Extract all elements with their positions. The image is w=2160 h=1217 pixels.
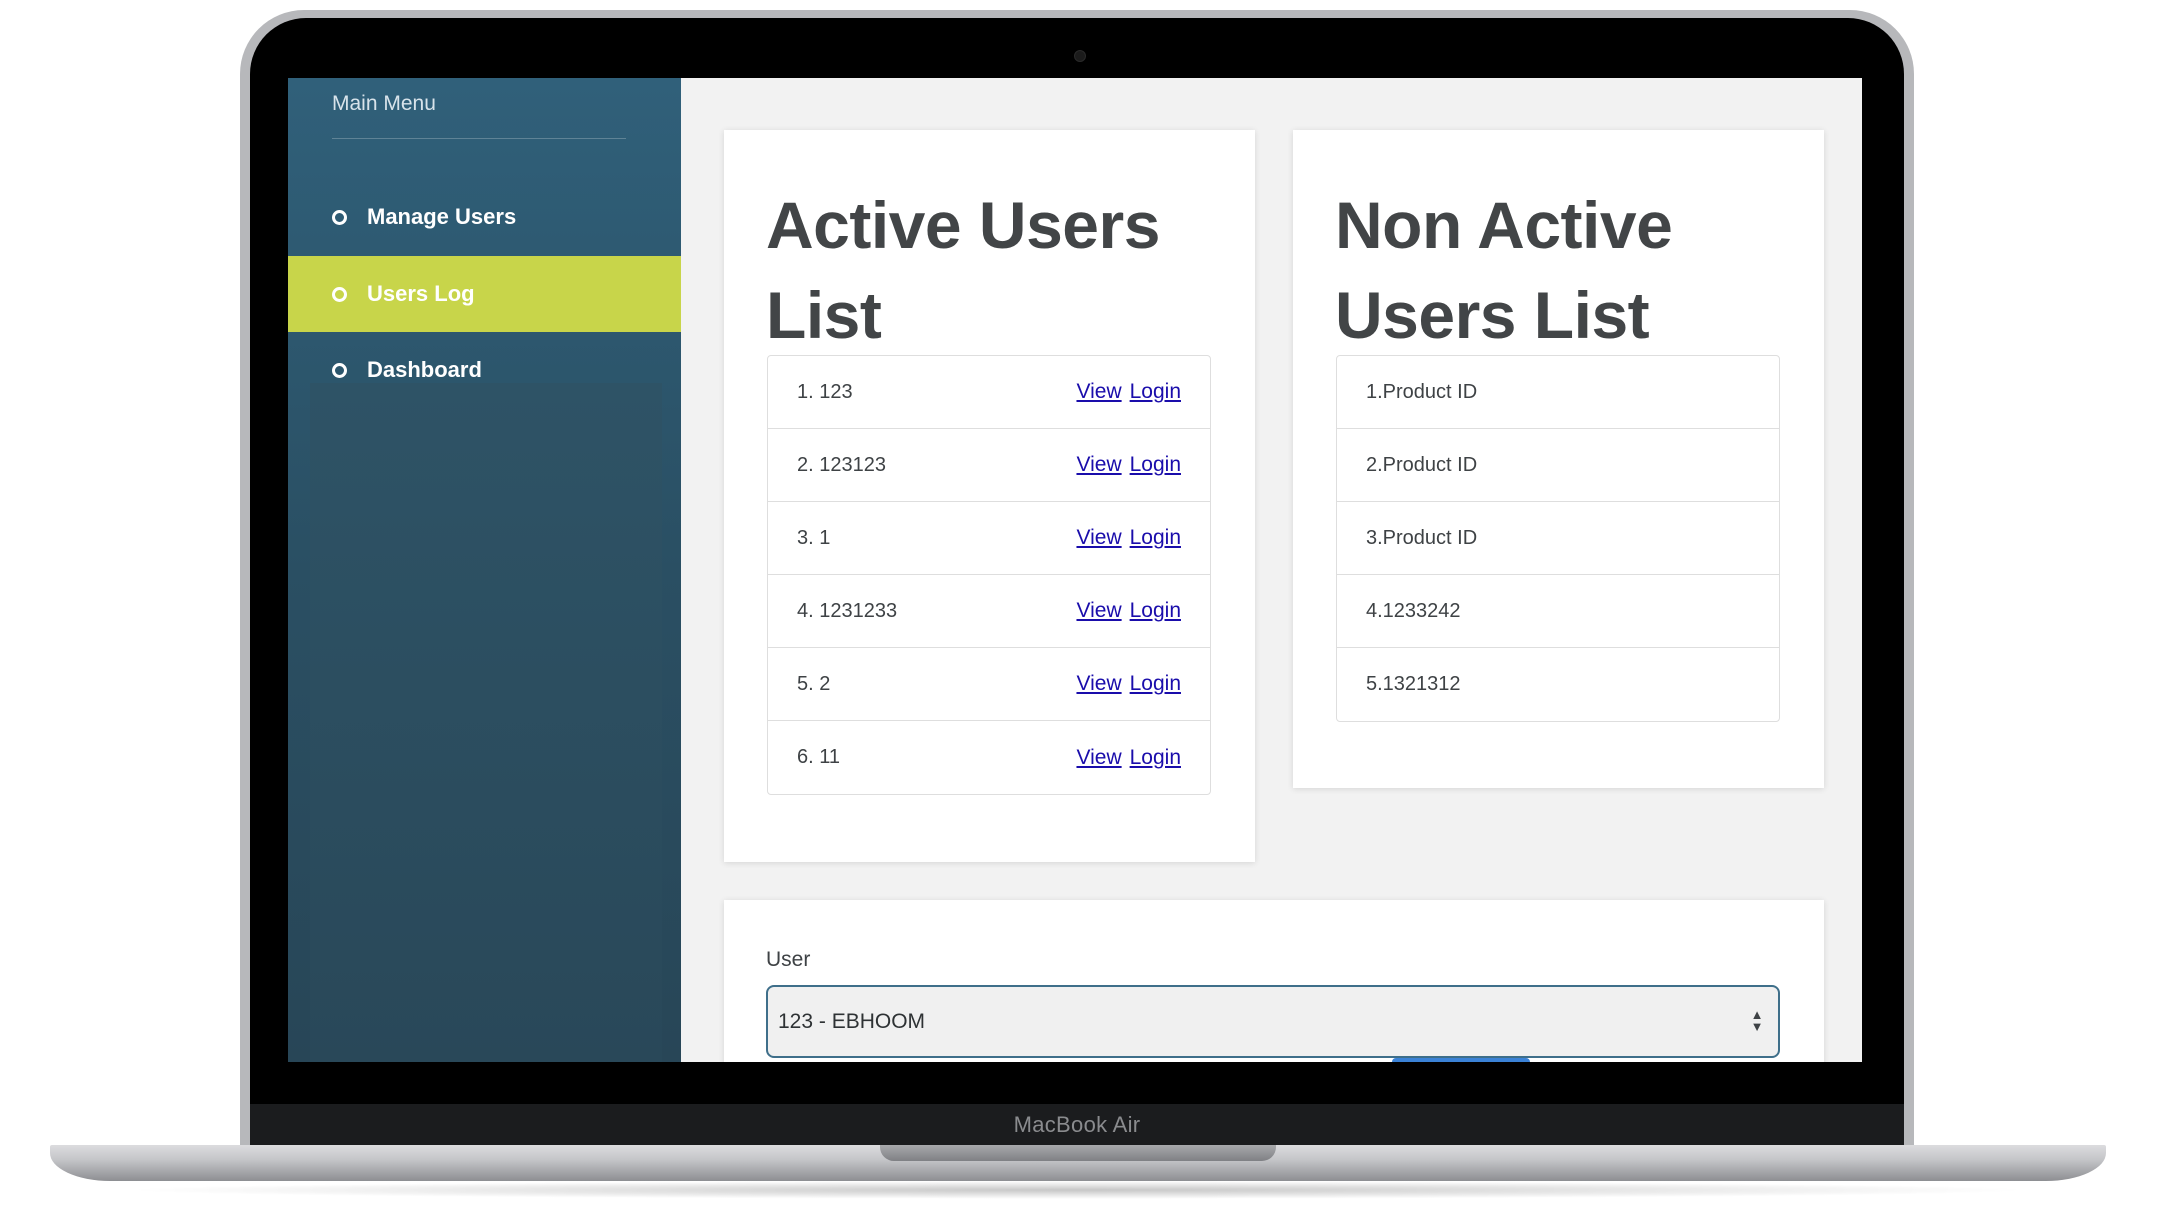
view-link[interactable]: View (1076, 526, 1121, 550)
circle-bullet-icon (332, 286, 347, 302)
active-users-list: 1. 123 View Login 2. 123123 View Login 3… (767, 355, 1211, 795)
product-entry-text: 4.1233242 (1366, 599, 1461, 622)
user-field-label: User (766, 948, 811, 971)
active-users-card: Active Users List 1. 123 View Login 2. 1… (724, 130, 1255, 862)
sidebar-item-users-log[interactable]: Users Log (288, 256, 681, 332)
non-active-users-title: Non Active Users List (1335, 188, 1673, 352)
sidebar-item-label: Users Log (367, 281, 475, 306)
sidebar-panel (310, 383, 662, 1062)
list-item: 2.Product ID (1337, 429, 1779, 502)
sidebar-item-manage-users[interactable]: Manage Users (288, 179, 681, 255)
login-link[interactable]: Login (1130, 746, 1181, 770)
list-item: 2. 123123 View Login (768, 429, 1210, 502)
user-entry-text: 4. 1231233 (797, 599, 898, 622)
active-users-title: Active Users List (766, 188, 1160, 352)
circle-bullet-icon (332, 209, 347, 225)
user-entry-text: 5. 2 (797, 672, 831, 695)
user-select[interactable]: 123 - EBHOOM ▲ ▼ (766, 985, 1780, 1058)
view-link[interactable]: View (1076, 599, 1121, 623)
laptop-base-notch (880, 1145, 1276, 1161)
user-entry-text: 3. 1 (797, 526, 831, 549)
login-link[interactable]: Login (1130, 599, 1181, 623)
list-item: 5.1321312 (1337, 648, 1779, 721)
user-select-card: User 123 - EBHOOM ▲ ▼ (724, 900, 1824, 1062)
login-link[interactable]: Login (1130, 380, 1181, 404)
user-entry-text: 2. 123123 (797, 453, 886, 476)
view-link[interactable]: View (1076, 672, 1121, 696)
app-screen: Main Menu Manage Users Users Log Dashboa… (288, 78, 1862, 1062)
circle-bullet-icon (332, 362, 347, 378)
product-entry-text: 5.1321312 (1366, 673, 1461, 695)
product-entry-text: 3.Product ID (1366, 526, 1478, 549)
view-link[interactable]: View (1076, 453, 1121, 477)
device-brand-label: MacBook Air (1013, 1112, 1141, 1137)
list-item: 4. 1231233 View Login (768, 575, 1210, 648)
non-active-users-list: 1.Product ID 2.Product ID 3.Product ID 4… (1336, 355, 1780, 722)
list-item: 1. 123 View Login (768, 356, 1210, 429)
list-item: 5. 2 View Login (768, 648, 1210, 721)
list-item: 6. 11 View Login (768, 721, 1210, 794)
camera-icon (1074, 50, 1086, 62)
view-link[interactable]: View (1076, 746, 1121, 770)
user-entry-text: 6. 11 (797, 746, 840, 768)
submit-button[interactable] (1392, 1058, 1530, 1062)
list-item: 4.1233242 (1337, 575, 1779, 648)
non-active-users-card: Non Active Users List 1.Product ID 2.Pro… (1293, 130, 1824, 788)
updown-chevron-icon: ▲ ▼ (1750, 1007, 1764, 1034)
sidebar: Main Menu Manage Users Users Log Dashboa… (288, 78, 681, 1062)
product-entry-text: 2.Product ID (1366, 453, 1478, 476)
login-link[interactable]: Login (1130, 526, 1181, 550)
sidebar-divider (332, 138, 626, 139)
list-item: 3. 1 View Login (768, 502, 1210, 575)
laptop-shadow (120, 1181, 2036, 1199)
user-entry-text: 1. 123 (797, 380, 853, 403)
user-select-value: 123 - EBHOOM (778, 1009, 926, 1033)
list-item: 1.Product ID (1337, 356, 1779, 429)
list-item: 3.Product ID (1337, 502, 1779, 575)
view-link[interactable]: View (1076, 380, 1121, 404)
sidebar-item-label: Dashboard (367, 357, 482, 382)
login-link[interactable]: Login (1130, 672, 1181, 696)
sidebar-item-label: Manage Users (367, 204, 517, 229)
login-link[interactable]: Login (1130, 453, 1181, 477)
sidebar-title: Main Menu (332, 92, 436, 115)
product-entry-text: 1.Product ID (1366, 380, 1478, 403)
